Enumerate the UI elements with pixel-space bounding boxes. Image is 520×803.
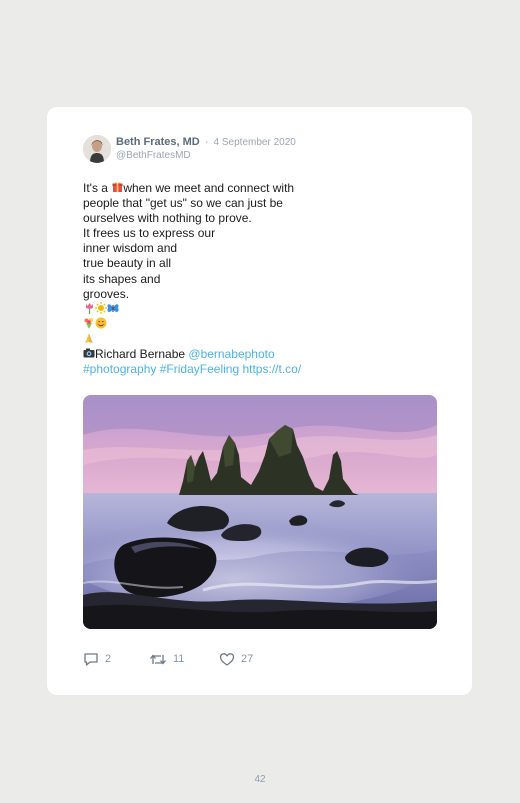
text-line: grooves. (83, 286, 130, 301)
retweet-count: 11 (173, 653, 185, 665)
hashtag-line: #photography #FridayFeeling https://t.co… (83, 362, 343, 377)
retweet-icon (150, 653, 166, 665)
camera-icon (83, 348, 95, 363)
like-count: 27 (241, 653, 254, 665)
gift-icon (111, 181, 123, 197)
like-action[interactable]: 27 (219, 650, 253, 668)
tweet-card: Beth Frates, MD · 4 September 2020 @Beth… (47, 107, 472, 695)
tweet-date[interactable]: 4 September 2020 (214, 137, 296, 148)
text-line: It frees us to express our (83, 226, 216, 241)
text-line: its shapes and (83, 271, 161, 286)
credit-line: Richard Bernabe @bernabephoto (83, 347, 343, 362)
avatar-image (83, 135, 111, 163)
emoji-line (83, 301, 343, 319)
reply-icon (84, 652, 98, 666)
tweet-text: It's a when we meet and connect with peo… (83, 181, 343, 377)
text-fragment: It's a (83, 181, 112, 195)
butterfly-icon (107, 303, 119, 319)
avatar[interactable] (83, 135, 111, 163)
photographer-handle-link[interactable]: @bernabephoto (188, 347, 274, 361)
text-line: people that "get us" so we can just be (83, 196, 283, 211)
separator-dot: · (204, 136, 209, 148)
text-line: ourselves with nothing to prove. (83, 211, 252, 226)
seascape-photo (83, 395, 437, 629)
reply-action[interactable]: 2 (83, 650, 111, 668)
emoji-line (83, 317, 343, 332)
text-line: It's a when we meet and connect with (83, 181, 343, 196)
tweet-image[interactable] (83, 395, 437, 629)
tweet-url-link[interactable]: https://t.co/ (242, 362, 301, 376)
reply-count: 2 (105, 653, 112, 665)
text-fragment: when we meet and connect with (123, 181, 295, 195)
author-name[interactable]: Beth Frates, MD (116, 136, 200, 148)
retweet-action[interactable]: 11 (149, 650, 184, 668)
text-line: true beauty in all (83, 256, 172, 271)
photographer-name: Richard Bernabe (95, 347, 189, 362)
page-number: 42 (254, 774, 266, 785)
smiling-face-icon (95, 317, 107, 334)
hashtag-photography-link[interactable]: #photography (83, 362, 156, 376)
author-handle[interactable]: @BethFratesMD (116, 150, 191, 161)
text-line: inner wisdom and (83, 241, 178, 256)
heart-icon (219, 652, 235, 666)
hashtag-fridayfeeling-link[interactable]: #FridayFeeling (160, 362, 239, 376)
emoji-line (83, 332, 343, 347)
author-line: Beth Frates, MD · 4 September 2020 (116, 136, 296, 148)
